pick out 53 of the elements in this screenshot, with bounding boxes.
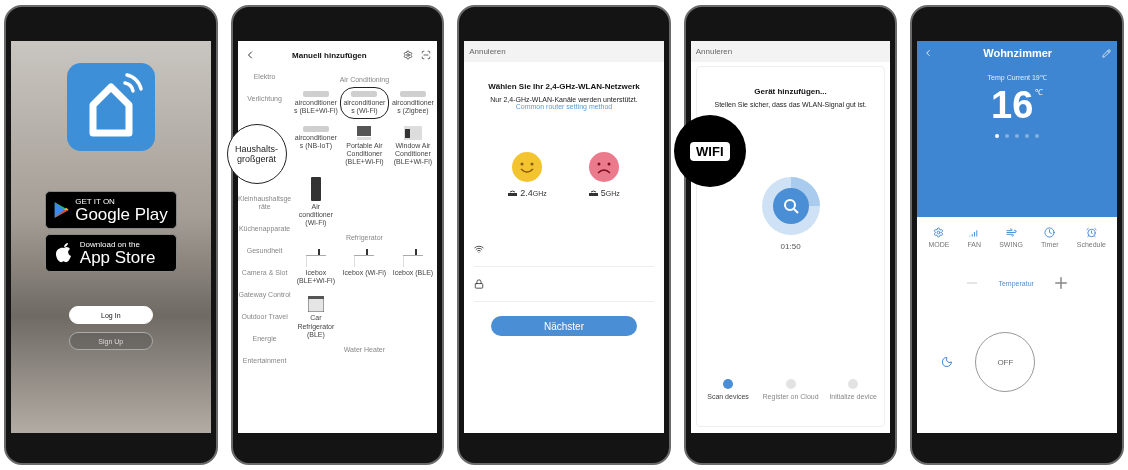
signal-bars-icon [968, 227, 980, 238]
screen-title: Manuell hinzufügen [292, 50, 367, 60]
car-fridge-icon [307, 296, 324, 313]
clock-icon [1044, 227, 1056, 238]
moon-icon[interactable] [941, 356, 954, 368]
store-badge[interactable]: GET IT ON Google Play [44, 191, 177, 229]
app-logo-icon [66, 63, 155, 151]
screen-title: Wählen Sie Ihr 2,4-GHz-WLAN-Netzwerk [487, 82, 641, 91]
wifi-icon [474, 244, 485, 254]
portable-ac-icon [357, 126, 372, 141]
alarm-clock-icon [1085, 227, 1097, 238]
set-temperature: 16 [991, 86, 1034, 124]
page-dot[interactable] [1015, 134, 1020, 138]
store-name: App Store [79, 249, 156, 266]
power-button[interactable]: OFF [975, 332, 1036, 392]
page-dot[interactable] [1005, 134, 1010, 138]
next-button[interactable]: Nächster [491, 316, 637, 336]
countdown-timer: 01:50 [779, 242, 802, 251]
router-icon [588, 190, 598, 196]
icebox-icon [402, 249, 423, 268]
edit-icon[interactable] [1101, 48, 1111, 58]
tower-ac-icon [310, 177, 321, 202]
window-ac-icon [403, 126, 422, 141]
router-icon [508, 190, 518, 196]
page-dot[interactable] [995, 134, 1000, 138]
store-name: Google Play [75, 206, 168, 223]
cancel-link[interactable]: Annuleren [464, 41, 664, 62]
page-dot[interactable] [1035, 134, 1040, 138]
store-badge[interactable]: Download on the App Store [44, 234, 177, 272]
search-progress-drawing [760, 176, 821, 236]
air-conditioner-icon [302, 91, 329, 97]
scan-icon[interactable] [421, 50, 432, 60]
apple-icon [53, 242, 74, 264]
temperature-unit: ℃ [1035, 87, 1044, 97]
cancel-link[interactable]: Annuleren [690, 41, 891, 62]
lock-icon [474, 279, 485, 289]
settings-icon[interactable] [403, 50, 414, 60]
page-dot[interactable] [1025, 134, 1030, 138]
smiley-icon [512, 152, 543, 182]
wifi-label: WIFI [690, 141, 730, 161]
sad-face-icon [589, 152, 620, 182]
icebox-icon [354, 249, 375, 268]
badge-caption: GET IT ON [75, 197, 116, 206]
room-title: Wohnzimmer [983, 47, 1053, 59]
wind-icon [1005, 227, 1017, 238]
callout-circle: Haushalts-großgerät [226, 124, 287, 184]
air-conditioner-icon [351, 91, 378, 97]
gear-icon [933, 227, 945, 238]
air-conditioner-icon [302, 126, 329, 133]
icebox-icon [305, 249, 326, 268]
badge-caption: Download on the [79, 240, 141, 249]
air-conditioner-icon [399, 91, 426, 97]
screen-title: Gerät hinzufügen... [753, 87, 828, 96]
